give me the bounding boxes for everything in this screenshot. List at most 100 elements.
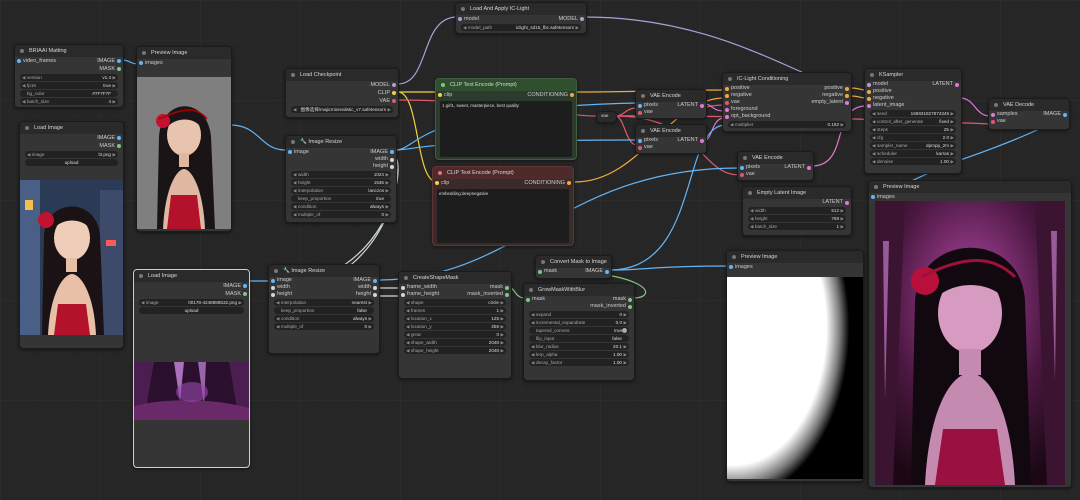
output-model[interactable]: MODEL [558,15,584,23]
upload-button[interactable]: upload [25,159,118,166]
widget-shape-width[interactable]: ◀ shape_width 2048 ▶ [404,339,506,346]
input-image[interactable]: image [271,277,292,284]
node-header[interactable]: GrowMaskWithBlur [524,284,634,296]
toggle-on-icon[interactable] [622,328,627,333]
widget-width[interactable]: ◀ width 512 ▶ [748,207,846,214]
widget-height[interactable]: ◀ height 1536 ▶ [291,179,391,186]
input-image[interactable]: image [288,148,309,156]
widget-scheduler[interactable]: ◀ scheduler karras ▶ [870,150,956,157]
widget-multiple-of[interactable]: ◀ multiple_of 0 ▶ [291,211,391,218]
widget-version[interactable]: ◀ version v1.4 ▶ [20,74,118,81]
widget-lerp-alpha[interactable]: ◀ lerp_alpha 1.00 ▶ [529,351,629,358]
node-header[interactable]: KSampler [865,69,961,81]
prompt-textarea[interactable]: 1 girl1, sweet, masterpiece, best qualit… [440,101,572,157]
output-mask[interactable]: MASK [225,290,247,298]
input-positive[interactable]: positive [867,88,892,95]
input-width[interactable]: width [271,284,290,291]
output-mask[interactable]: mask [490,284,510,291]
node-create-shape-mask[interactable]: CreateShapeMask frame_width mask frame_he… [398,271,512,379]
widget-interpolation[interactable]: ◀ interpolation lanczos ▶ [291,187,391,194]
node-convert-mask-to-image[interactable]: Convert Mask to Image mask IMAGE [535,255,612,279]
output-latent[interactable]: LATENT [677,102,704,109]
widget-tapered-corners[interactable]: tapered_corners true [529,327,629,334]
input-pixels[interactable]: pixels [637,102,658,109]
output-image[interactable]: IMAGE [97,57,121,65]
node-clip-text-encode-positive[interactable]: CLIP Text Encode (Prompt) clip CONDITIONI… [435,78,577,160]
node-iclight-conditioning[interactable]: IC-Light Conditioning positive positive n… [722,72,852,132]
input-foreground[interactable]: foreground [725,106,758,113]
node-header[interactable]: VAE Encode [636,125,706,137]
output-image[interactable]: IMAGE [370,148,394,156]
node-header[interactable]: 🔧 Image Resize [269,265,379,277]
widget-width[interactable]: ◀ width 1024 ▶ [291,171,391,178]
output-negative[interactable]: negative [822,92,849,99]
widget-incremental-expandrate[interactable]: ◀ incremental_expandrate 0.0 ▶ [529,319,629,326]
widget-image-select[interactable]: ◀ image 00178-4248888532.png ▶ [139,299,244,306]
output-mask-inverted[interactable]: mask_inverted [590,303,632,310]
output-latent[interactable]: LATENT [784,164,811,171]
widget-cfg[interactable]: ◀ cfg 2.0 ▶ [870,134,956,141]
node-preview-image-mask[interactable]: Preview Image images [726,250,864,482]
input-vae[interactable]: vae [638,109,653,116]
output-height[interactable]: height [356,291,377,298]
widget-ckpt-name[interactable]: ◀ 图像选择\majicmixrealistic_v7.safetensors ▶ [291,106,393,113]
input-images[interactable]: images [871,193,895,201]
node-header[interactable]: Load Image [134,270,249,282]
input-mask[interactable]: mask [537,268,557,275]
input-positive[interactable]: positive [725,85,750,92]
widget-image-select[interactable]: ◀ image l3.png ▶ [25,151,118,158]
input-frame-height[interactable]: frame_height [400,291,439,298]
widget-shape[interactable]: ◀ shape circle ▶ [404,299,506,306]
node-preview-image-final[interactable]: Preview Image images [868,180,1072,488]
input-opt-background[interactable]: opt_background [724,113,770,120]
output-mask[interactable]: MASK [99,142,121,150]
node-header[interactable]: IC-Light Conditioning [723,73,851,85]
widget-interpolation[interactable]: ◀ interpolation nearest ▶ [274,299,374,306]
input-pixels[interactable]: pixels [739,164,760,171]
output-mask-inverted[interactable]: mask_inverted [467,291,509,298]
input-pixels[interactable]: pixels [637,137,658,144]
output-width[interactable]: width [358,284,377,291]
node-ksampler[interactable]: KSampler model LATENT positive negative l… [864,68,962,174]
node-header[interactable]: Preview Image [869,181,1071,193]
reroute-vae[interactable]: vae [596,111,617,123]
widget-height[interactable]: ◀ height 768 ▶ [748,215,846,222]
node-clip-text-encode-negative[interactable]: CLIP Text Encode (Prompt) clip CONDITIONI… [432,166,574,246]
widget-condition[interactable]: ◀ condition always ▶ [291,203,391,210]
input-clip[interactable]: clip [437,91,452,99]
widget-decay-factor[interactable]: ◀ decay_factor 1.00 ▶ [529,359,629,366]
node-header[interactable]: Load Image [20,122,123,134]
widget-blur-radius[interactable]: ◀ blur_radius 20.1 ▶ [529,343,629,350]
input-negative[interactable]: negative [867,95,894,102]
widget-keep-proportion[interactable]: keep_proportion false [274,307,374,314]
output-mask[interactable]: mask [613,296,633,303]
node-header[interactable]: VAE Encode [738,152,813,164]
upload-button[interactable]: upload [139,307,244,314]
widget-frames[interactable]: ◀ frames 1 ▶ [404,307,506,314]
widget-sampler-name[interactable]: ◀ sampler_name dpmpp_2m ▶ [870,142,956,149]
input-model[interactable]: model [867,81,888,88]
output-image[interactable]: IMAGE [1043,111,1067,118]
widget-fp16[interactable]: ◀ fp16 true ▶ [20,82,118,89]
node-image-resize-main[interactable]: 🔧 Image Resize image IMAGE width height ◀… [285,135,397,223]
node-image-resize-background[interactable]: 🔧 Image Resize image IMAGE width width hei… [268,264,380,354]
node-vae-encode-2[interactable]: VAE Encode pixels LATENT vae [635,124,707,154]
output-mask[interactable]: MASK [99,65,121,73]
node-header[interactable]: CreateShapeMask [399,272,511,284]
widget-seed[interactable]: ◀ seed 166931827874345 ▶ [870,110,956,117]
widget-expand[interactable]: ◀ expand 0 ▶ [529,311,629,318]
node-header[interactable]: CLIP Text Encode (Prompt) [433,167,573,179]
input-vae[interactable]: vae [725,99,740,106]
widget-location-x[interactable]: ◀ location_x 125 ▶ [404,315,506,322]
output-height[interactable]: height [373,163,394,170]
output-conditioning[interactable]: CONDITIONING [527,91,574,99]
node-header[interactable]: Load Checkpoint [286,69,398,81]
node-header[interactable]: 🔧 Image Resize [286,136,396,148]
node-header[interactable]: VAE Decode [989,99,1069,111]
output-image[interactable]: IMAGE [223,282,247,290]
widget-batch-size[interactable]: ◀ batch_size 1 ▶ [748,223,846,230]
output-width[interactable]: width [375,156,394,163]
output-latent[interactable]: LATENT [822,199,849,206]
widget-multiple-of[interactable]: ◀ multiple_of 0 ▶ [274,323,374,330]
node-briaai-matting[interactable]: BRIAAI Matting video_frames IMAGE MASK ◀ v… [14,44,124,108]
